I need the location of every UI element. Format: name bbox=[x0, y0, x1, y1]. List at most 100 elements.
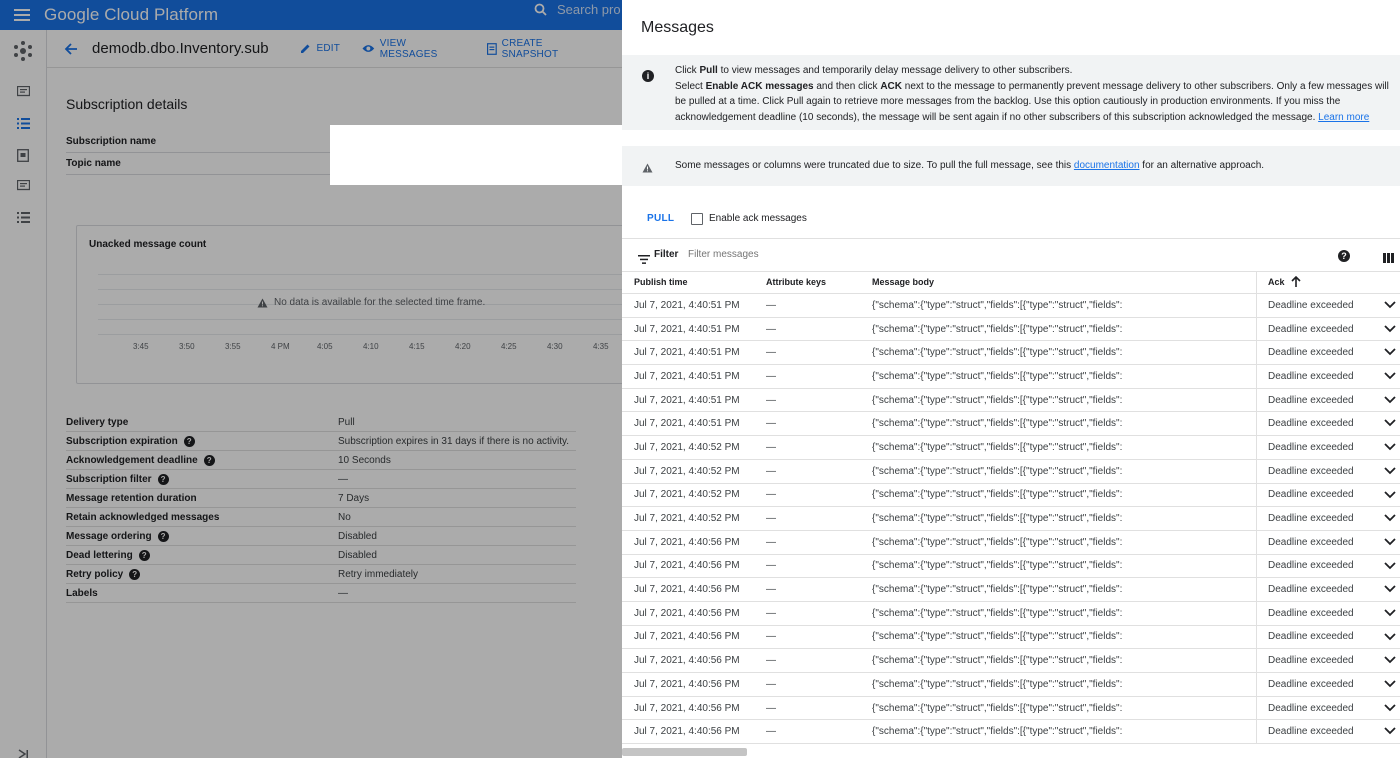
column-display-options-icon[interactable] bbox=[1383, 250, 1394, 268]
warning-text-part: Some messages or columns were truncated … bbox=[675, 160, 1074, 171]
help-icon[interactable]: ? bbox=[129, 568, 141, 580]
enable-ack-checkbox[interactable] bbox=[691, 213, 703, 225]
sort-ascending-icon[interactable] bbox=[1291, 275, 1301, 289]
back-arrow-icon[interactable] bbox=[49, 42, 92, 56]
ack-status-cell: Deadline exceeded bbox=[1268, 370, 1354, 382]
ack-status-cell: Deadline exceeded bbox=[1268, 702, 1354, 714]
message-body-cell: {"schema":{"type":"struct","fields":[{"t… bbox=[872, 394, 1123, 406]
filter-input[interactable] bbox=[688, 249, 988, 260]
divider bbox=[66, 174, 330, 175]
filter-icon[interactable] bbox=[638, 251, 650, 269]
expand-row-chevron-icon[interactable] bbox=[1384, 301, 1396, 309]
expand-row-chevron-icon[interactable] bbox=[1384, 656, 1396, 664]
table-row[interactable]: Jul 7, 2021, 4:40:56 PM — {"schema":{"type… bbox=[622, 673, 1400, 697]
expand-row-chevron-icon[interactable] bbox=[1384, 348, 1396, 356]
x-tick-label: 4:20 bbox=[455, 342, 471, 351]
expand-row-chevron-icon[interactable] bbox=[1384, 538, 1396, 546]
table-row[interactable]: Jul 7, 2021, 4:40:52 PM — {"schema":{"type… bbox=[622, 507, 1400, 531]
property-label-text: Acknowledgement deadline bbox=[66, 454, 198, 466]
hamburger-menu-icon[interactable] bbox=[0, 9, 44, 21]
message-body-cell: {"schema":{"type":"struct","fields":[{"t… bbox=[872, 584, 1123, 596]
view-messages-button[interactable]: VIEW MESSAGES bbox=[362, 38, 465, 60]
expand-row-chevron-icon[interactable] bbox=[1384, 325, 1396, 333]
documentation-link[interactable]: documentation bbox=[1074, 160, 1140, 171]
panel-title: Messages bbox=[641, 19, 714, 36]
learn-more-link[interactable]: Learn more bbox=[1318, 112, 1369, 123]
expand-row-chevron-icon[interactable] bbox=[1384, 514, 1396, 522]
search-box[interactable]: Search pro bbox=[534, 2, 621, 17]
expand-row-chevron-icon[interactable] bbox=[1384, 443, 1396, 451]
collapse-nav-icon[interactable] bbox=[15, 746, 31, 758]
table-row[interactable]: Jul 7, 2021, 4:40:52 PM — {"schema":{"type… bbox=[622, 436, 1400, 460]
table-row[interactable]: Jul 7, 2021, 4:40:56 PM — {"schema":{"type… bbox=[622, 554, 1400, 579]
expand-row-chevron-icon[interactable] bbox=[1384, 419, 1396, 427]
table-row[interactable]: Jul 7, 2021, 4:40:51 PM — {"schema":{"type… bbox=[622, 341, 1400, 366]
ack-status-cell: Deadline exceeded bbox=[1268, 536, 1354, 548]
table-row[interactable]: Jul 7, 2021, 4:40:56 PM — {"schema":{"type… bbox=[622, 696, 1400, 721]
column-header-message-body[interactable]: Message body bbox=[872, 277, 934, 287]
table-row[interactable]: Jul 7, 2021, 4:40:56 PM — {"schema":{"type… bbox=[622, 649, 1400, 673]
table-row[interactable]: Jul 7, 2021, 4:40:56 PM — {"schema":{"type… bbox=[622, 625, 1400, 650]
info-text-pull: Pull bbox=[699, 65, 718, 76]
list-icon[interactable] bbox=[15, 209, 31, 225]
publish-time-cell: Jul 7, 2021, 4:40:56 PM bbox=[634, 702, 740, 714]
publish-time-cell: Jul 7, 2021, 4:40:56 PM bbox=[634, 655, 740, 667]
help-icon[interactable]: ? bbox=[1338, 250, 1350, 262]
expand-row-chevron-icon[interactable] bbox=[1384, 490, 1396, 499]
expand-row-chevron-icon[interactable] bbox=[1384, 727, 1396, 735]
expand-row-chevron-icon[interactable] bbox=[1384, 609, 1396, 617]
topic-name-label: Topic name bbox=[66, 158, 121, 169]
expand-row-chevron-icon[interactable] bbox=[1384, 632, 1396, 641]
snapshots-icon[interactable] bbox=[15, 147, 31, 163]
messages-panel: Messages i Click Pull to view messages a… bbox=[622, 0, 1400, 758]
subscriptions-icon[interactable] bbox=[15, 115, 31, 131]
table-row[interactable]: Jul 7, 2021, 4:40:51 PM — {"schema":{"type… bbox=[622, 294, 1400, 318]
expand-row-chevron-icon[interactable] bbox=[1384, 396, 1396, 404]
attribute-keys-cell: — bbox=[766, 489, 776, 501]
help-icon[interactable]: ? bbox=[203, 454, 215, 466]
expand-row-chevron-icon[interactable] bbox=[1384, 561, 1396, 570]
table-row[interactable]: Jul 7, 2021, 4:40:51 PM — {"schema":{"type… bbox=[622, 388, 1400, 413]
publish-time-cell: Jul 7, 2021, 4:40:56 PM bbox=[634, 607, 740, 619]
column-divider bbox=[1256, 601, 1257, 625]
expand-row-chevron-icon[interactable] bbox=[1384, 585, 1396, 593]
help-icon[interactable]: ? bbox=[157, 530, 169, 542]
property-row: Subscription filter? — bbox=[66, 470, 576, 489]
table-row[interactable]: Jul 7, 2021, 4:40:52 PM — {"schema":{"type… bbox=[622, 483, 1400, 508]
pull-button[interactable]: PULL bbox=[647, 213, 674, 224]
help-icon[interactable]: ? bbox=[183, 435, 195, 447]
table-row[interactable]: Jul 7, 2021, 4:40:56 PM — {"schema":{"type… bbox=[622, 530, 1400, 555]
topics-icon[interactable] bbox=[15, 84, 31, 100]
expand-row-chevron-icon[interactable] bbox=[1384, 680, 1396, 688]
table-header: Publish time Attribute keys Message body… bbox=[622, 271, 1400, 294]
horizontal-scrollbar[interactable] bbox=[622, 748, 747, 756]
column-header-ack[interactable]: Ack bbox=[1268, 277, 1285, 287]
table-row[interactable]: Jul 7, 2021, 4:40:51 PM — {"schema":{"type… bbox=[622, 317, 1400, 342]
column-divider bbox=[1256, 436, 1257, 459]
section-title: Subscription details bbox=[66, 96, 188, 112]
schemas-icon[interactable] bbox=[15, 178, 31, 194]
expand-row-chevron-icon[interactable] bbox=[1384, 467, 1396, 475]
table-row[interactable]: Jul 7, 2021, 4:40:56 PM — {"schema":{"type… bbox=[622, 578, 1400, 602]
column-divider bbox=[1256, 459, 1257, 483]
table-row[interactable]: Jul 7, 2021, 4:40:56 PM — {"schema":{"type… bbox=[622, 601, 1400, 626]
filter-label: Filter bbox=[654, 249, 679, 260]
table-row[interactable]: Jul 7, 2021, 4:40:52 PM — {"schema":{"type… bbox=[622, 459, 1400, 484]
table-row[interactable]: Jul 7, 2021, 4:40:51 PM — {"schema":{"type… bbox=[622, 412, 1400, 437]
create-snapshot-button[interactable]: CREATE SNAPSHOT bbox=[486, 38, 600, 60]
help-icon[interactable]: ? bbox=[138, 549, 150, 561]
pubsub-logo-icon[interactable] bbox=[12, 40, 34, 62]
subscription-name-label: Subscription name bbox=[66, 136, 157, 147]
expand-row-chevron-icon[interactable] bbox=[1384, 372, 1396, 380]
table-row[interactable]: Jul 7, 2021, 4:40:56 PM — {"schema":{"type… bbox=[622, 720, 1400, 745]
attribute-keys-cell: — bbox=[766, 607, 776, 619]
edit-button[interactable]: EDIT bbox=[300, 43, 340, 54]
table-row[interactable]: Jul 7, 2021, 4:40:51 PM — {"schema":{"type… bbox=[622, 365, 1400, 389]
top-bar: Google Cloud Platform Search pro bbox=[0, 0, 622, 30]
help-icon[interactable]: ? bbox=[157, 473, 169, 485]
column-header-publish-time[interactable]: Publish time bbox=[634, 277, 688, 287]
filter-bar: Filter ? bbox=[622, 238, 1400, 272]
expand-row-chevron-icon[interactable] bbox=[1384, 704, 1396, 712]
column-header-attribute-keys[interactable]: Attribute keys bbox=[766, 277, 826, 287]
property-row: Labels — bbox=[66, 584, 576, 603]
